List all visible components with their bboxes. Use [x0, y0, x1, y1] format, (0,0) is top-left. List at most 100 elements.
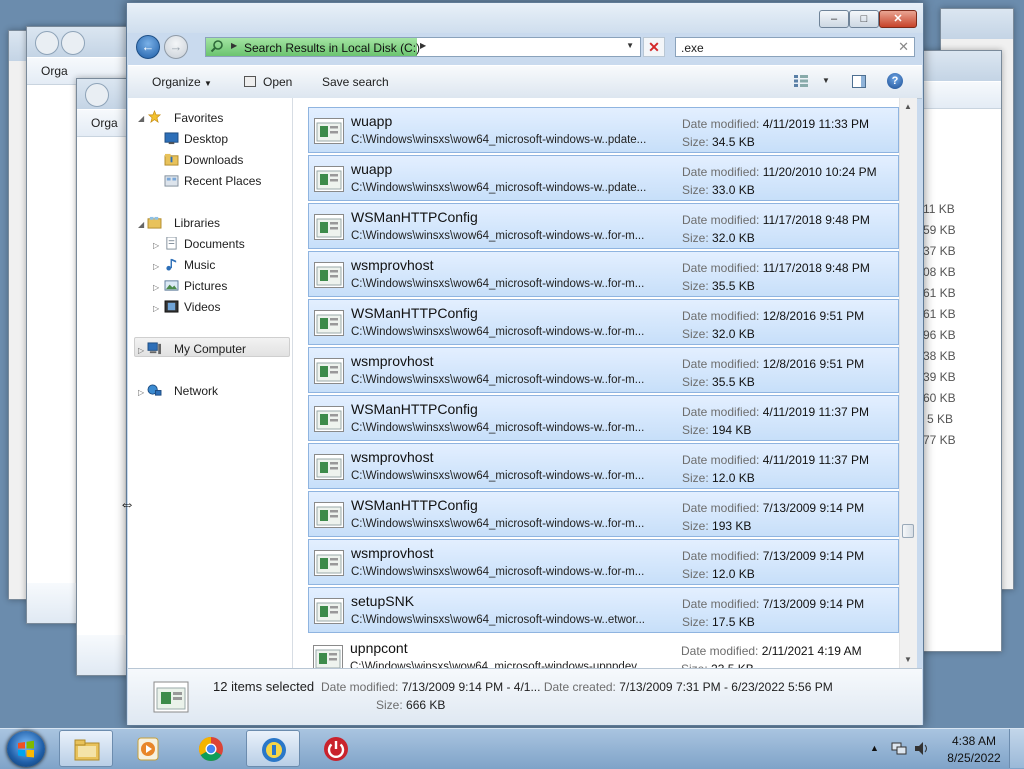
explorer-window: ‒ □ ✕ ← → ▶ Search Results in Local Disk…	[126, 2, 924, 726]
show-desktop-button[interactable]	[1009, 729, 1024, 768]
details-dates: Date modified: 7/13/2009 9:14 PM - 4/1..…	[321, 680, 833, 694]
taskbar-explorer[interactable]	[59, 730, 113, 767]
date-modified-value: 7/13/2009 9:14 PM	[762, 597, 865, 611]
expand-videos-icon[interactable]: ▷	[153, 304, 159, 313]
network-tray-icon[interactable]	[891, 741, 907, 756]
collapse-libraries-icon[interactable]: ◢	[138, 220, 144, 229]
taskbar-chrome[interactable]	[184, 730, 238, 767]
nav-documents[interactable]: Documents	[184, 237, 245, 251]
size-value: 32.0 KB	[712, 327, 755, 341]
nav-recent-places[interactable]: Recent Places	[184, 174, 261, 188]
application-file-icon	[314, 166, 344, 192]
expand-documents-icon[interactable]: ▷	[153, 241, 159, 250]
nav-my-computer[interactable]: My Computer	[174, 342, 246, 356]
file-name: wsmprovhost	[351, 257, 434, 273]
libraries-icon	[147, 216, 162, 229]
file-name: wuapp	[351, 113, 393, 129]
start-button[interactable]	[7, 731, 45, 767]
back-button[interactable]: ←	[136, 35, 160, 59]
expand-music-icon[interactable]: ▷	[153, 262, 159, 271]
bg-size-text: 08 KB	[923, 265, 956, 279]
file-path: C:\Windows\winsxs\wow64_microsoft-window…	[350, 661, 646, 668]
file-row[interactable]: wsmprovhost C:\Windows\winsxs\wow64_micro…	[308, 347, 899, 393]
stop-search-button[interactable]: ✕	[643, 37, 665, 57]
recent-places-icon	[164, 175, 179, 187]
file-name: upnpcont	[350, 640, 408, 656]
clock-date[interactable]: 8/25/2022	[944, 751, 1004, 765]
address-bar[interactable]: ▶ Search Results in Local Disk (C:) ▶ ▼	[205, 37, 641, 57]
file-row[interactable]: wsmprovhost C:\Windows\winsxs\wow64_micro…	[308, 539, 899, 585]
volume-icon[interactable]	[914, 741, 930, 756]
address-dropdown-icon[interactable]: ▼	[626, 41, 634, 50]
application-file-icon	[314, 262, 344, 288]
nav-desktop[interactable]: Desktop	[184, 132, 228, 146]
nav-pictures[interactable]: Pictures	[184, 279, 227, 293]
expand-pictures-icon[interactable]: ▷	[153, 283, 159, 292]
nav-network[interactable]: Network	[174, 384, 218, 398]
taskbar-media-player[interactable]	[121, 730, 175, 767]
file-row[interactable]: wuapp C:\Windows\winsxs\wow64_microsoft-w…	[308, 107, 899, 153]
file-date-modified: Date modified: 7/13/2009 9:14 PM	[682, 597, 864, 611]
bg-size-text: 37 KB	[923, 244, 956, 258]
view-options-dropdown-icon[interactable]: ▼	[822, 76, 830, 85]
title-bar[interactable]: ‒ □ ✕	[127, 3, 923, 33]
nav-music[interactable]: Music	[184, 258, 215, 272]
show-hidden-icons-icon[interactable]: ▲	[870, 743, 879, 753]
breadcrumb-arrow-icon[interactable]: ▶	[420, 41, 426, 50]
file-row[interactable]: WSManHTTPConfig C:\Windows\winsxs\wow64_m…	[308, 491, 899, 537]
scroll-down-icon[interactable]: ▼	[904, 655, 912, 664]
size-value: 193 KB	[712, 519, 752, 533]
open-icon	[244, 76, 256, 87]
minimize-button[interactable]: ‒	[819, 10, 849, 28]
date-modified-label: Date modified:	[682, 501, 760, 515]
date-modified-value: 11/17/2018 9:48 PM	[762, 261, 870, 275]
details-pane: 12 items selected Date modified: 7/13/20…	[128, 668, 922, 725]
vertical-scrollbar[interactable]: ▲ ▼	[899, 98, 917, 668]
expand-network-icon[interactable]: ▷	[138, 388, 144, 397]
application-file-icon	[314, 406, 344, 432]
file-row[interactable]: WSManHTTPConfig C:\Windows\winsxs\wow64_m…	[308, 395, 899, 441]
close-button[interactable]: ✕	[879, 10, 917, 28]
maximize-button[interactable]: □	[849, 10, 879, 28]
file-row[interactable]: upnpcont C:\Windows\winsxs\wow64_microsof…	[308, 635, 899, 668]
open-button[interactable]: Open	[263, 75, 292, 89]
bg-size-text: 96 KB	[923, 328, 956, 342]
chevron-down-icon: ▼	[204, 79, 212, 88]
organize-button[interactable]: Organize ▼	[152, 75, 212, 89]
date-modified-value: 12/8/2016 9:51 PM	[762, 309, 865, 323]
date-modified-value: 7/13/2009 9:14 PM	[762, 501, 865, 515]
collapse-favorites-icon[interactable]: ◢	[138, 114, 144, 123]
taskbar: ▲ 4:38 AM 8/25/2022	[0, 728, 1024, 769]
scroll-up-icon[interactable]: ▲	[904, 102, 912, 111]
clear-search-icon[interactable]: ✕	[898, 39, 909, 55]
file-row[interactable]: wsmprovhost C:\Windows\winsxs\wow64_micro…	[308, 251, 899, 297]
file-row[interactable]: wuapp C:\Windows\winsxs\wow64_microsoft-w…	[308, 155, 899, 201]
command-bar: Organize ▼ Open Save search ▼ ?	[128, 65, 922, 99]
clock-time[interactable]: 4:38 AM	[944, 734, 1004, 748]
file-row[interactable]: wsmprovhost C:\Windows\winsxs\wow64_micro…	[308, 443, 899, 489]
save-search-button[interactable]: Save search	[322, 75, 389, 89]
date-created-value: 7/13/2009 7:31 PM - 6/23/2022 5:56 PM	[619, 680, 833, 694]
preview-pane-icon[interactable]	[852, 75, 866, 88]
help-button[interactable]: ?	[887, 73, 903, 89]
taskbar-shutdown-app[interactable]	[309, 730, 363, 767]
nav-downloads[interactable]: Downloads	[184, 153, 243, 167]
file-row[interactable]: WSManHTTPConfig C:\Windows\winsxs\wow64_m…	[308, 299, 899, 345]
nav-favorites[interactable]: Favorites	[174, 111, 223, 125]
forward-button[interactable]: →	[164, 35, 188, 59]
change-view-icon[interactable]	[794, 75, 808, 87]
application-file-icon	[314, 214, 344, 240]
taskbar-keepass[interactable]	[246, 730, 300, 767]
file-row[interactable]: setupSNK C:\Windows\winsxs\wow64_microsof…	[308, 587, 899, 633]
breadcrumb-search-results[interactable]: Search Results in Local Disk (C:)	[244, 41, 420, 55]
nav-videos[interactable]: Videos	[184, 300, 220, 314]
scroll-thumb[interactable]	[902, 524, 914, 538]
file-row[interactable]: WSManHTTPConfig C:\Windows\winsxs\wow64_m…	[308, 203, 899, 249]
breadcrumb-arrow-icon[interactable]: ▶	[231, 41, 237, 50]
expand-computer-icon[interactable]: ▷	[138, 346, 144, 355]
lock-app-icon	[262, 738, 286, 762]
bg-size-text: 38 KB	[923, 349, 956, 363]
search-input[interactable]: .exe ✕	[675, 37, 915, 57]
date-modified-label: Date modified:	[682, 213, 760, 227]
nav-libraries[interactable]: Libraries	[174, 216, 220, 230]
